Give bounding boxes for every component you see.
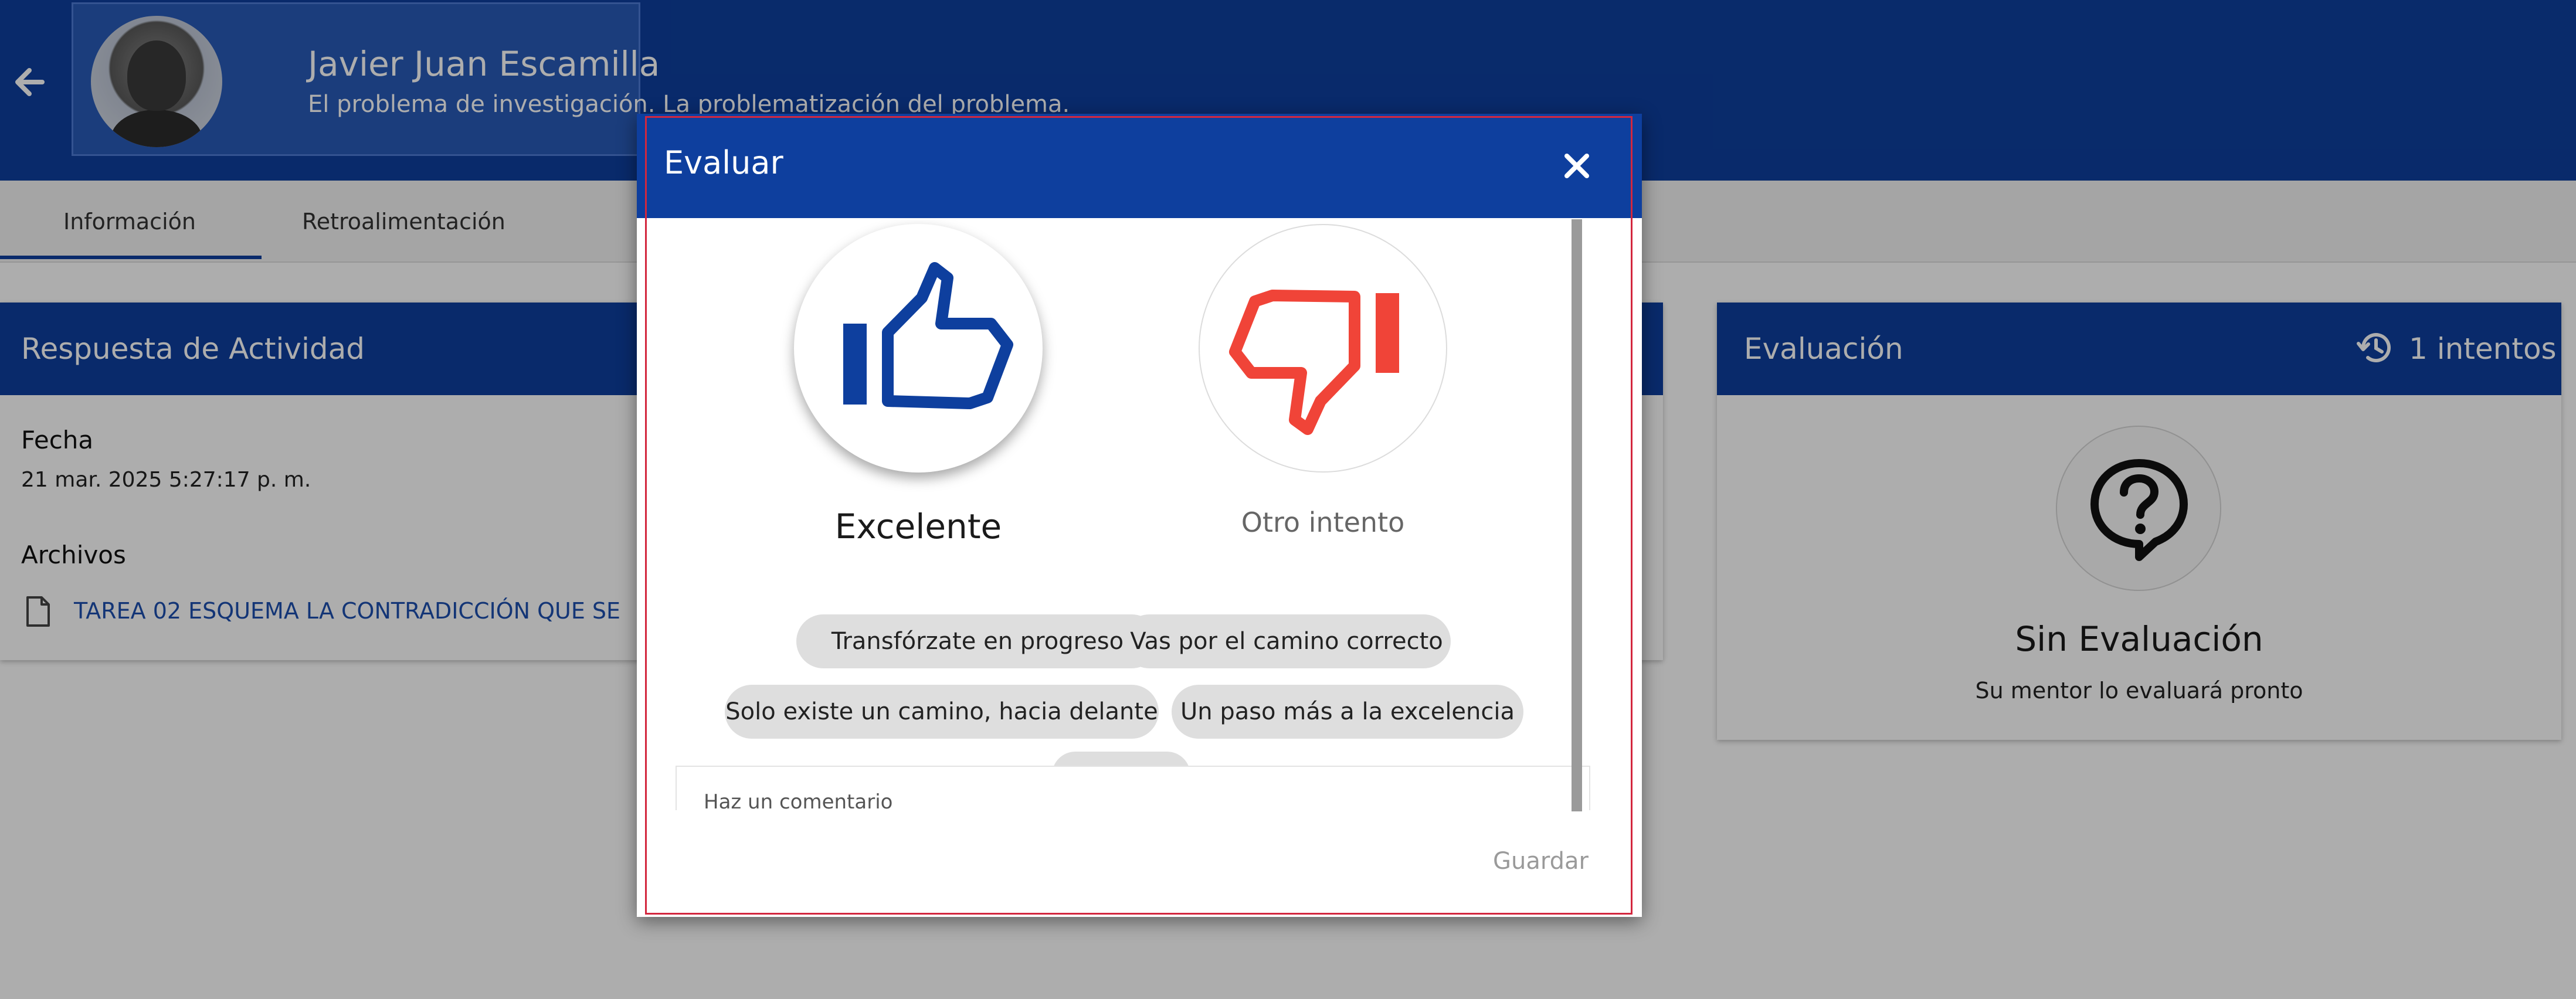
chip-un-paso-mas[interactable]: Un paso más a la excelencia [1172, 685, 1523, 739]
thumbs-up-icon [843, 262, 1013, 409]
dialog-title: Evaluar [664, 144, 783, 181]
thumbs-down-circle [1199, 224, 1447, 473]
thumbs-up-circle [794, 224, 1043, 473]
comment-field[interactable]: Haz un comentario [676, 766, 1590, 810]
thumbs-down-icon [1229, 290, 1399, 435]
guardar-button[interactable]: Guardar [1493, 848, 1589, 875]
excelente-label: Excelente [834, 507, 1002, 546]
otro-intento-label: Otro intento [1241, 507, 1405, 538]
dialog-header: Evaluar [637, 114, 1642, 218]
close-icon[interactable] [1557, 147, 1596, 185]
chip-camino-correcto[interactable]: Vas por el camino correcto [1122, 614, 1451, 668]
chip-solo-existe[interactable]: Solo existe un camino, hacia delante [725, 685, 1159, 739]
dialog-scrollbar[interactable] [1572, 219, 1582, 811]
evaluar-dialog: Evaluar Excelente Otro intento Transfórz… [637, 114, 1642, 917]
chip-transforzate[interactable]: Transfórzate en progreso [796, 614, 1159, 668]
comment-placeholder: Haz un comentario [704, 790, 893, 810]
